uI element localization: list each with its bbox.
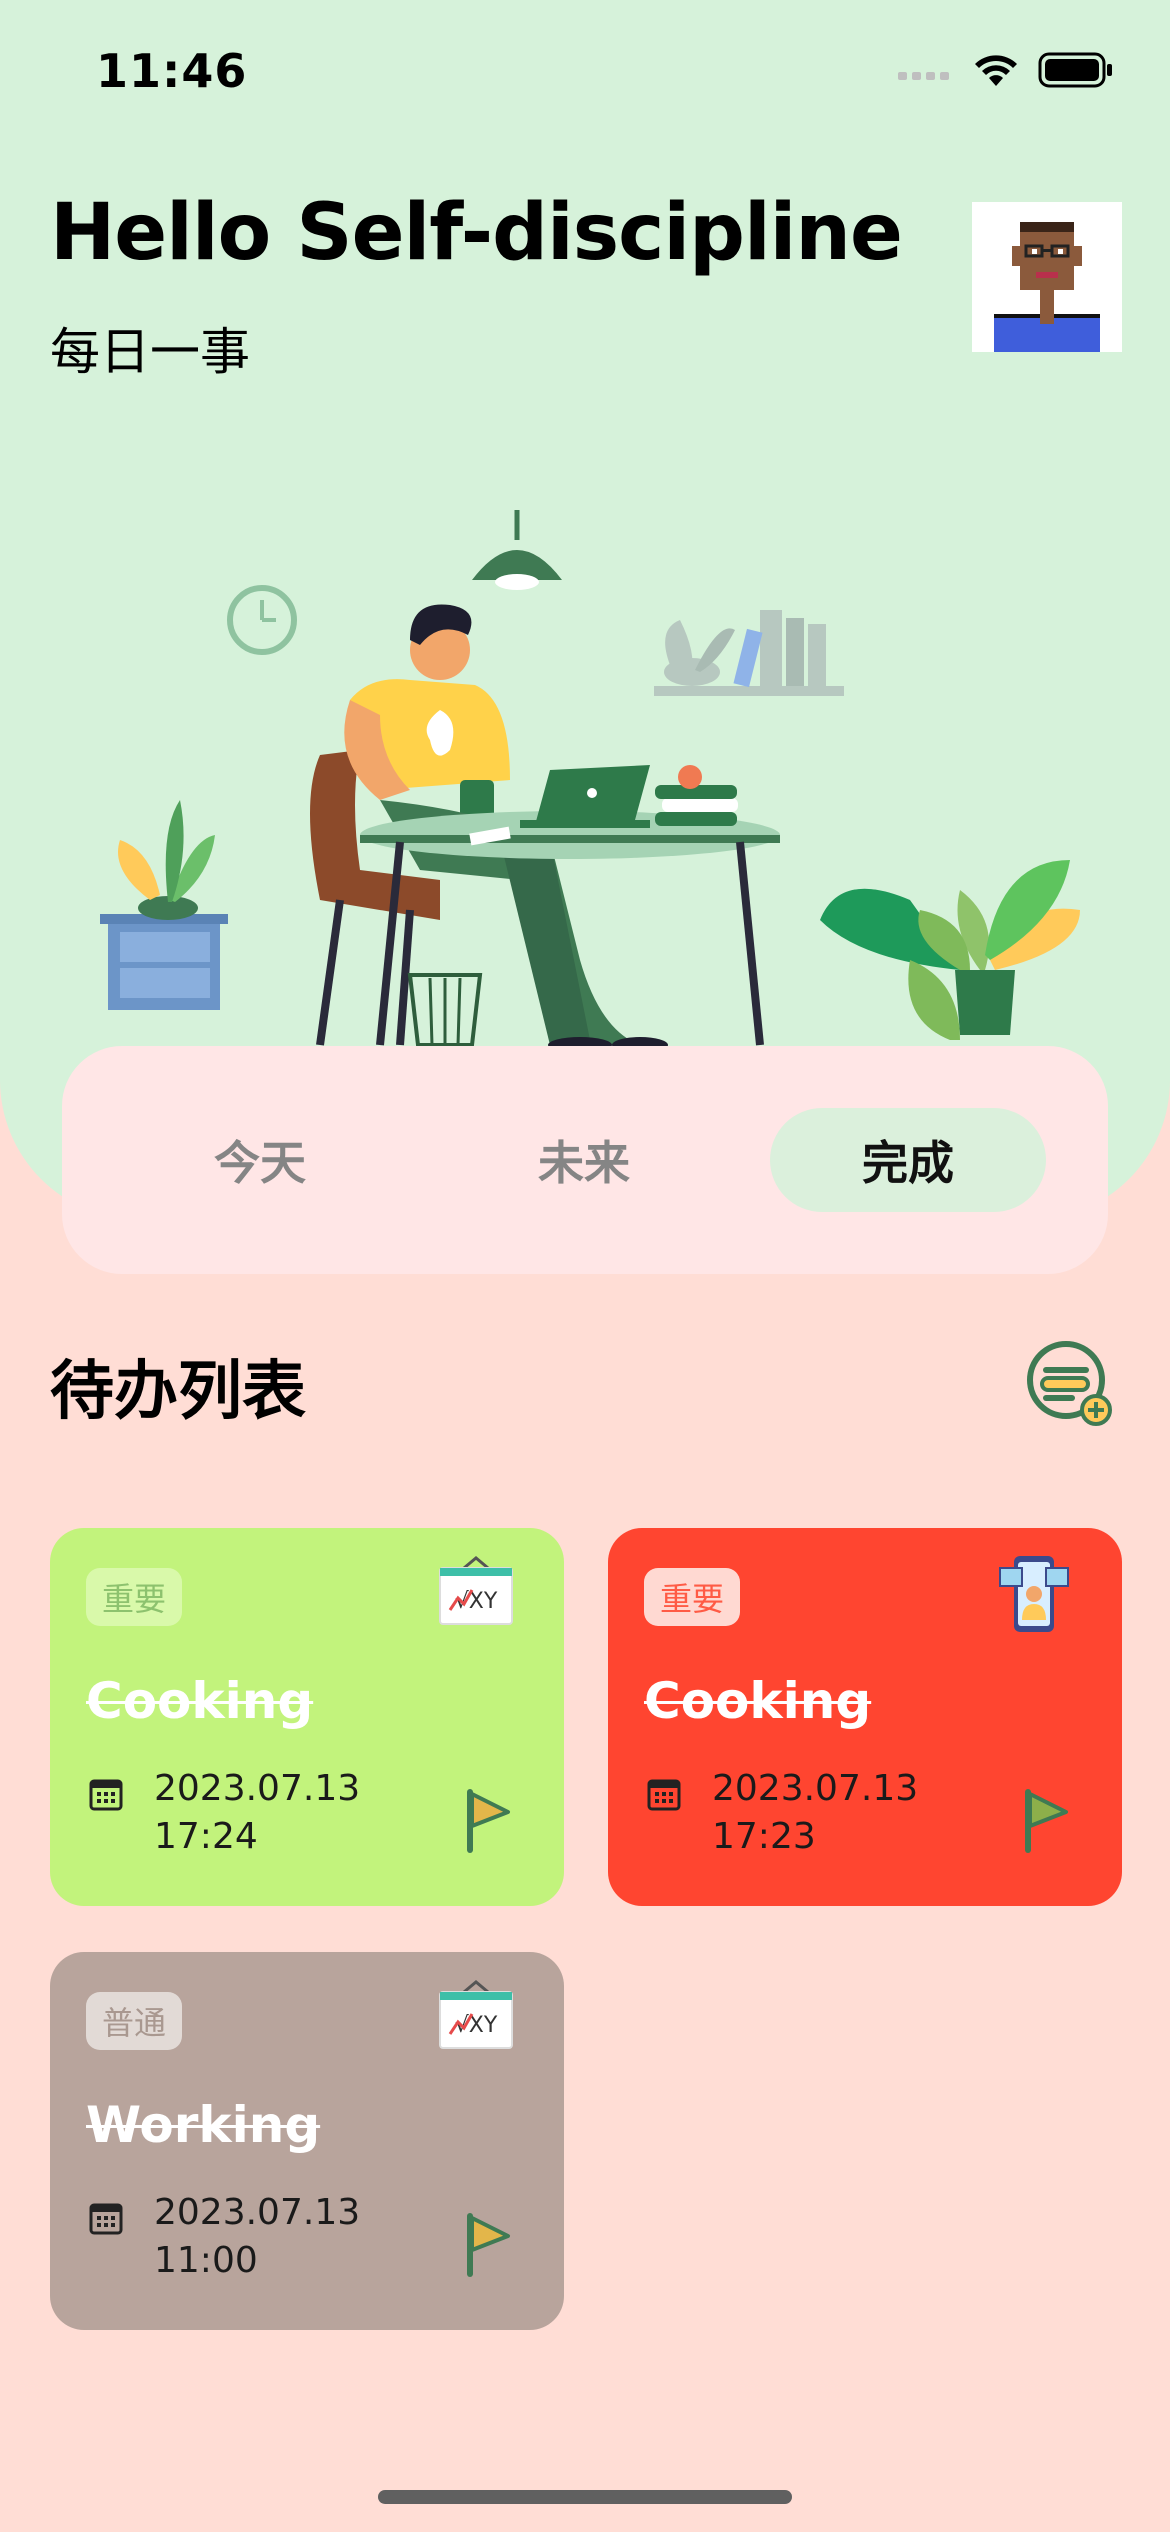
calendar-icon <box>89 2203 123 2235</box>
flag-icon[interactable] <box>462 2212 514 2278</box>
priority-badge: 普通 <box>86 1992 183 2050</box>
priority-badge: 重要 <box>86 1568 183 1626</box>
section-title: 待办列表 <box>50 1355 306 1429</box>
signal-icon <box>898 72 949 80</box>
battery-icon <box>1038 52 1112 88</box>
pixel-avatar-icon <box>994 222 1100 352</box>
flag-icon[interactable] <box>1020 1788 1072 1854</box>
formula-board-icon: √XY <box>439 1556 513 1625</box>
page-subtitle: 每日一事 <box>50 323 250 381</box>
tab-future[interactable]: 未来 <box>446 1108 722 1212</box>
phone-profile-icon <box>999 1556 1069 1632</box>
desk-illustration <box>100 510 1080 1050</box>
task-card[interactable]: 重要 Cooking 2023.07.13 17:23 <box>608 1528 1122 1906</box>
task-title: Cooking <box>644 1672 872 1730</box>
calendar-icon <box>647 1779 681 1811</box>
task-title: Cooking <box>86 1672 314 1730</box>
tab-control: 今天 未来 完成 <box>62 1046 1108 1274</box>
add-list-icon[interactable] <box>1024 1338 1114 1428</box>
wifi-icon <box>975 55 1017 86</box>
status-time: 11:46 <box>96 44 248 98</box>
page-title: Hello Self-discipline <box>50 188 903 278</box>
flag-icon[interactable] <box>462 1788 514 1854</box>
status-bar: 11:46 <box>0 0 1170 140</box>
task-date: 2023.07.13 <box>154 1768 361 1809</box>
tab-today[interactable]: 今天 <box>122 1108 398 1212</box>
task-card[interactable]: 重要 √XY Cooking 2023.07.13 17:24 <box>50 1528 564 1906</box>
task-time: 11:00 <box>154 2240 258 2281</box>
task-time: 17:23 <box>712 1816 816 1857</box>
calendar-icon <box>89 1779 123 1811</box>
task-date: 2023.07.13 <box>712 1768 919 1809</box>
home-indicator[interactable] <box>378 2490 792 2504</box>
avatar[interactable] <box>972 202 1122 352</box>
formula-board-icon: √XY <box>439 1980 513 2049</box>
tab-done[interactable]: 完成 <box>770 1108 1046 1212</box>
task-time: 17:24 <box>154 1816 258 1857</box>
task-date: 2023.07.13 <box>154 2192 361 2233</box>
task-card[interactable]: 普通 √XY Working 2023.07.13 11:00 <box>50 1952 564 2330</box>
priority-badge: 重要 <box>644 1568 741 1626</box>
task-title: Working <box>86 2096 321 2154</box>
status-icons <box>898 52 1114 88</box>
